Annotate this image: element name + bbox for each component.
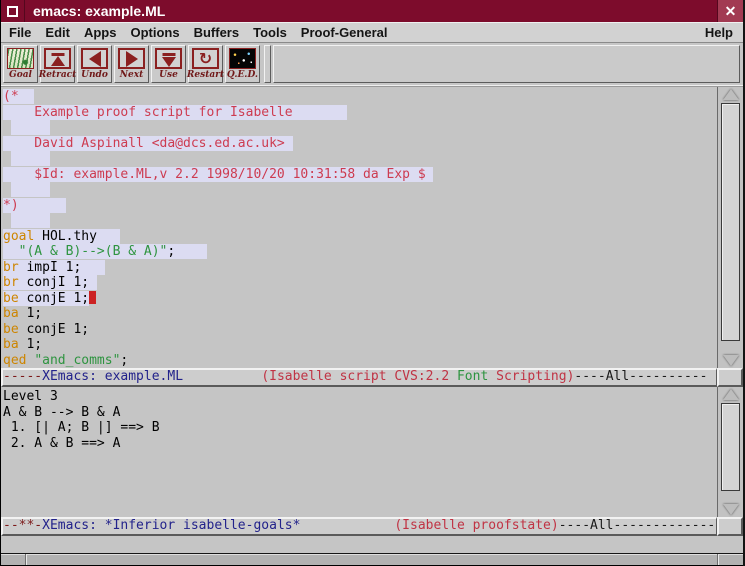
next-button[interactable]: Next — [114, 45, 149, 83]
code-line: ba 1; — [3, 306, 717, 322]
code-line: Example proof script for Isabelle — [3, 105, 717, 121]
code-line: br impI 1; — [3, 260, 717, 276]
code-line: be conjE 1; — [3, 322, 717, 338]
scroll-down-icon[interactable] — [723, 355, 739, 366]
goals-scrollbar[interactable] — [717, 387, 743, 517]
goals-line: 1. [| A; B |] ==> B — [3, 420, 717, 436]
scroll-down-icon[interactable] — [723, 504, 739, 515]
xemacs-window: emacs: example.ML ✕ File Edit Apps Optio… — [0, 0, 745, 566]
goals-buffer[interactable]: Level 3A & B --> B & A 1. [| A; B |] ==>… — [1, 387, 717, 517]
menu-item-help[interactable]: Help — [705, 25, 733, 40]
modeline-buffer-name: XEmacs: *Inferior isabelle-goals* — [42, 518, 300, 533]
menu-item-buffers[interactable]: Buffers — [194, 25, 240, 40]
script-scrollbar[interactable] — [717, 87, 743, 368]
menu-item-proof-general[interactable]: Proof-General — [301, 25, 388, 40]
code-line: $Id: example.ML,v 2.2 1998/10/20 10:31:5… — [3, 167, 717, 183]
use-button[interactable]: Use — [151, 45, 186, 83]
modeline-corner — [717, 368, 743, 387]
text-cursor — [89, 291, 96, 304]
toolbar-separator — [264, 45, 271, 83]
code-line: ba 1; — [3, 337, 717, 353]
goal-button[interactable]: Goal — [3, 45, 38, 83]
window-resize-frame[interactable] — [1, 553, 743, 566]
minibuffer[interactable] — [1, 536, 743, 553]
retract-button[interactable]: Retract — [40, 45, 75, 83]
goals-scrollbar-thumb[interactable] — [721, 403, 740, 491]
code-line: qed "and_comms"; — [3, 353, 717, 369]
script-buffer[interactable]: (* Example proof script for Isabelle Dav… — [1, 87, 717, 368]
goals-line: A & B --> B & A — [3, 405, 717, 421]
window-menu-button[interactable] — [1, 0, 25, 22]
code-line — [3, 120, 717, 136]
undo-icon — [81, 48, 108, 69]
modeline-script: -----XEmacs: example.ML (Isabelle script… — [1, 368, 717, 387]
restart-icon: ↻ — [192, 48, 219, 69]
titlebar[interactable]: emacs: example.ML ✕ — [1, 0, 743, 22]
code-line: (* — [3, 89, 717, 105]
next-icon — [118, 48, 145, 69]
code-line: br conjI 1; — [3, 275, 717, 291]
code-line: be conjE 1; — [3, 291, 717, 307]
goals-line: 2. A & B ==> A — [3, 436, 717, 452]
resize-grip-left[interactable] — [25, 554, 27, 565]
code-line: "(A & B)-->(B & A)"; — [3, 244, 717, 260]
code-line — [3, 213, 717, 229]
window-menu-icon — [7, 6, 18, 17]
menu-item-tools[interactable]: Tools — [253, 25, 287, 40]
toolbar: Goal Retract Undo Next Use ↻ Restart Q.E… — [1, 43, 743, 86]
modeline-goals: --**-XEmacs: *Inferior isabelle-goals* (… — [1, 517, 717, 536]
menubar: File Edit Apps Options Buffers Tools Pro… — [1, 22, 743, 43]
toolbar-spacer — [273, 45, 740, 83]
script-scrollbar-thumb[interactable] — [721, 103, 740, 341]
goal-image-icon — [7, 48, 34, 69]
menu-item-options[interactable]: Options — [130, 25, 179, 40]
code-line: David Aspinall <da@dcs.ed.ac.uk> — [3, 136, 717, 152]
code-line: *) — [3, 198, 717, 214]
modeline-buffer-name: XEmacs: example.ML — [42, 369, 183, 384]
window-title: emacs: example.ML — [25, 0, 717, 22]
scroll-up-icon[interactable] — [723, 389, 739, 400]
code-line — [3, 151, 717, 167]
undo-button[interactable]: Undo — [77, 45, 112, 83]
qed-image-icon — [229, 48, 256, 69]
code-line — [3, 182, 717, 198]
goals-line: Level 3 — [3, 389, 717, 405]
close-icon: ✕ — [725, 3, 737, 20]
modeline-corner — [717, 517, 743, 536]
code-line: goal HOL.thy — [3, 229, 717, 245]
retract-icon — [44, 48, 71, 69]
resize-grip-right[interactable] — [717, 554, 719, 565]
qed-button[interactable]: Q.E.D. — [225, 45, 260, 83]
use-icon — [155, 48, 182, 69]
restart-button[interactable]: ↻ Restart — [188, 45, 223, 83]
scroll-up-icon[interactable] — [723, 89, 739, 100]
menu-item-apps[interactable]: Apps — [84, 25, 117, 40]
close-button[interactable]: ✕ — [717, 0, 743, 22]
menu-item-file[interactable]: File — [9, 25, 31, 40]
menu-item-edit[interactable]: Edit — [45, 25, 70, 40]
